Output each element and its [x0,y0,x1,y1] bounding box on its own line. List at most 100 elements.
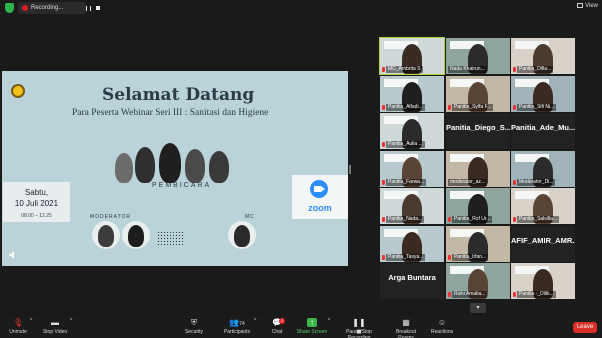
pause-recording-icon[interactable] [86,6,91,11]
video-options-caret-icon[interactable]: ^ [70,318,72,324]
participant-tile[interactable]: Panitia_Ade_Mu... [511,113,575,149]
university-logo [11,84,25,98]
breakout-rooms-button[interactable]: ▦ Breakout Rooms [388,318,424,338]
slide-title: Selamat Datang [102,85,255,105]
participant-name: Panitia_Salsilla... [517,216,560,223]
participant-tile[interactable]: Panitia_Farwa... [380,150,444,187]
leave-button[interactable]: Leave [573,322,597,333]
reactions-button[interactable]: ☺ Reactions [430,318,454,335]
recording-indicator: Recording... [18,2,100,14]
participants-caret-icon[interactable]: ^ [254,318,256,324]
pembicara-label: PEMBICARA [152,182,212,189]
share-options-caret-icon[interactable]: ^ [328,318,330,324]
speaker-photo [115,153,133,183]
mc-label: MC [245,214,255,220]
audio-options-caret-icon[interactable]: ^ [30,318,32,324]
speaker-photo [185,149,205,183]
zoom-camera-icon [310,180,328,198]
participant-tile[interactable]: Panitia_Aulia ... [380,113,444,149]
muted-mic-icon [448,292,451,297]
participant-name: Panitia_Irfan... [452,253,489,261]
participant-tile[interactable]: Panitia_Difia... [511,38,575,74]
share-screen-label: Share Screen [296,329,328,335]
event-day: Sabtu, [24,188,49,197]
participant-tile[interactable]: Moderator_Di... [511,150,575,187]
participants-button[interactable]: 👥74 Participants [220,318,254,335]
participant-tile[interactable]: Panitia_Sifi Ni... [511,75,575,112]
participant-tile[interactable]: MC_Ambrita S [379,37,445,75]
view-button[interactable]: View [577,3,598,9]
muted-mic-icon [513,104,516,110]
participant-name: Panitia_Difia... [517,66,554,73]
chat-unread-badge: 2 [279,318,285,324]
participant-name: Rizki Amalia... [452,291,488,298]
participant-tile[interactable]: Rizki Amalia... [446,263,510,299]
zoom-logo-box: zoom [292,175,348,219]
participant-name: Panitia -_Dilik... [517,291,556,298]
participant-tile[interactable]: Panitia_Irfan... [446,225,510,262]
participant-tile[interactable]: Panitia_Alfadi... [380,75,444,112]
participant-name: moderator_az... [448,178,488,186]
muted-mic-icon [382,67,385,72]
security-shield-icon[interactable] [5,3,14,13]
unmute-button[interactable]: 🎙 Unmute [6,318,30,335]
participants-label: Participants [223,329,251,335]
muted-mic-icon [382,104,385,110]
participant-tile[interactable]: Panitia_Tasya... [380,225,444,262]
participant-name: Panitia_Alfadi... [386,103,425,111]
decorative-dots [157,231,185,247]
chat-button[interactable]: 💬 2 Chat [266,318,288,335]
participant-name-large: AFIF_AMIR_AMR... [511,235,575,245]
breakout-rooms-label: Breakout Rooms [395,329,416,338]
smiley-icon: ☺ [437,318,447,327]
reactions-label: Reactions [430,329,454,335]
participant-name: Panitia_Tasya... [386,253,426,261]
stop-video-label: Stop Video [42,329,68,335]
participant-tile[interactable]: moderator_az... [446,150,510,187]
participant-name: Moderator_Di... [517,178,556,186]
shared-screen[interactable]: Selamat Datang Para Peserta Webinar Seri… [2,71,348,266]
zoom-meeting-window: Recording... View Selamat Datang Para Pe… [0,0,602,338]
muted-mic-icon [382,217,385,222]
muted-mic-icon [513,217,516,222]
chat-label: Chat [271,329,283,335]
participant-tile[interactable]: Panitia_Diego_S... [446,113,510,149]
grid-view-icon [577,3,584,8]
pause-stop-recording-button[interactable]: ❚❚ ■ Pause/Stop Recording [334,318,384,338]
participant-tile[interactable]: Panitia_Sylfa F... [446,75,510,112]
breakout-rooms-icon: ▦ [402,318,410,327]
speaker-icon [9,251,14,259]
participant-name: Nada Khairun... [448,66,487,73]
pause-stop-icon: ❚❚ ■ [352,318,366,336]
muted-mic-icon [513,292,516,297]
participant-tile[interactable]: Panitia_Salsilla... [511,188,575,224]
top-bar: Recording... View [0,0,602,16]
event-date-box: Sabtu, 10 Juli 2021 08.00 – 12.25 [3,182,70,222]
participant-tile[interactable]: Nada Khairun... [446,38,510,74]
participant-name: MC_Ambrita S [386,66,423,73]
participant-name-large: Panitia_Ade_Mu... [511,123,575,132]
stop-video-button[interactable]: ▬ Stop Video [40,318,70,335]
security-button[interactable]: ⛨ Security [180,318,208,335]
mc-photo [228,221,256,249]
muted-mic-icon [382,179,385,185]
participant-tile[interactable]: Panitia -_Dilik... [511,263,575,299]
participant-tile[interactable]: Panitia_Nada... [380,188,444,224]
speaker-photo [135,147,155,183]
moderator-label: MODERATOR [90,214,132,220]
gallery-scroll-down-icon[interactable]: ▾ [470,303,486,313]
participant-name: Panitia_Rof Ur... [452,216,493,223]
splitter-handle[interactable] [349,165,351,174]
speaker-photo [159,143,181,183]
participant-tile[interactable]: Panitia_Rof Ur... [446,188,510,224]
event-date: 10 Juli 2021 [14,199,59,208]
view-label: View [585,3,598,9]
participant-tile[interactable]: Arga Buntara [380,263,444,299]
share-screen-button[interactable]: ↑ Share Screen [296,318,328,335]
shield-icon: ⛨ [191,318,197,327]
muted-mic-icon [448,254,451,260]
stop-recording-icon[interactable] [96,6,100,10]
participant-name: Panitia_Sifi Ni... [517,103,557,111]
participant-tile[interactable]: AFIF_AMIR_AMR... [511,225,575,262]
speaker-photos [107,143,247,185]
